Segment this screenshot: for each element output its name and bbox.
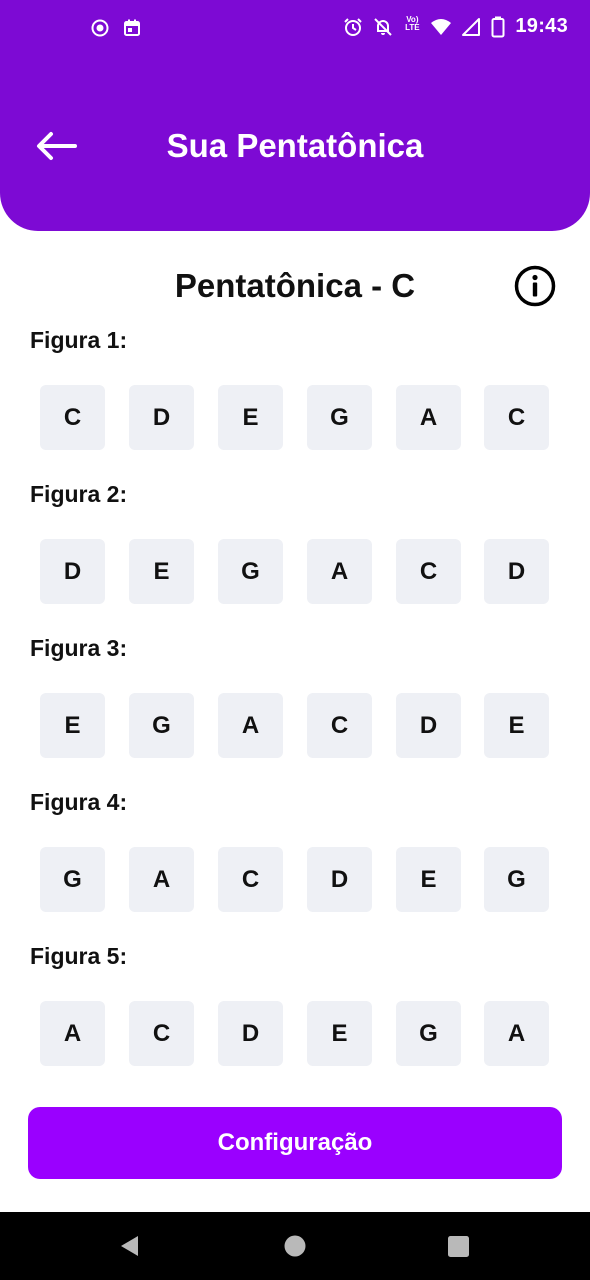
note-button[interactable]: C [218,847,283,912]
note-button[interactable]: E [129,539,194,604]
note-button[interactable]: E [218,385,283,450]
note-button[interactable]: E [484,693,549,758]
config-button[interactable]: Configuração [28,1107,562,1179]
note-button[interactable]: A [307,539,372,604]
screen-record-icon [90,17,110,39]
note-button[interactable]: G [218,539,283,604]
note-button[interactable]: A [129,847,194,912]
page-title: Sua Pentatônica [166,127,424,164]
notifications-off-icon [373,16,393,38]
note-button[interactable]: A [40,1001,105,1066]
note-row: EGACDE [40,693,550,759]
note-button[interactable]: C [484,385,549,450]
note-row: ACDEGA [40,1001,550,1067]
nav-home-button[interactable] [281,1232,309,1260]
note-button[interactable]: E [396,847,461,912]
note-button[interactable]: C [40,385,105,450]
signal-icon [461,16,481,38]
note-button[interactable]: A [218,693,283,758]
note-button[interactable]: D [218,1001,283,1066]
status-time: 19:43 [515,15,568,37]
note-button[interactable]: E [307,1001,372,1066]
status-bar: Vo) LTE 19:43 [0,0,590,58]
note-button[interactable]: E [40,693,105,758]
nav-recents-button[interactable] [444,1232,472,1260]
scale-title: Pentatônica - C [174,267,416,304]
note-button[interactable]: C [307,693,372,758]
nav-back-button[interactable] [116,1232,144,1260]
arrow-left-icon [37,132,77,160]
note-button[interactable]: G [129,693,194,758]
figure-label: Figura 1: [30,327,128,353]
note-row: DEGACD [40,539,550,605]
alarm-icon [343,16,363,38]
note-row: CDEGAC [40,385,550,451]
wifi-icon [431,16,452,38]
calendar-icon [122,17,142,39]
note-button[interactable]: A [396,385,461,450]
note-button[interactable]: G [484,847,549,912]
info-button[interactable] [514,265,556,307]
figure-label: Figura 3: [30,635,128,661]
figure-label: Figura 4: [30,789,128,815]
note-button[interactable]: C [396,539,461,604]
note-button[interactable]: C [129,1001,194,1066]
info-icon [514,265,556,307]
note-button[interactable]: D [307,847,372,912]
note-button[interactable]: D [396,693,461,758]
note-button[interactable]: D [484,539,549,604]
figure-label: Figura 2: [30,481,128,507]
note-button[interactable]: A [484,1001,549,1066]
navigation-bar [0,1212,590,1280]
back-triangle-icon [121,1236,138,1256]
figure-label: Figura 5: [30,943,128,969]
note-button[interactable]: D [40,539,105,604]
recents-square-icon [448,1236,469,1257]
note-button[interactable]: G [40,847,105,912]
volte-icon: Vo) LTE [405,14,420,32]
back-button[interactable] [28,124,84,168]
note-row: GACDEG [40,847,550,913]
battery-icon [491,16,505,38]
note-button[interactable]: D [129,385,194,450]
note-button[interactable]: G [307,385,372,450]
home-circle-icon [284,1235,306,1257]
note-button[interactable]: G [396,1001,461,1066]
